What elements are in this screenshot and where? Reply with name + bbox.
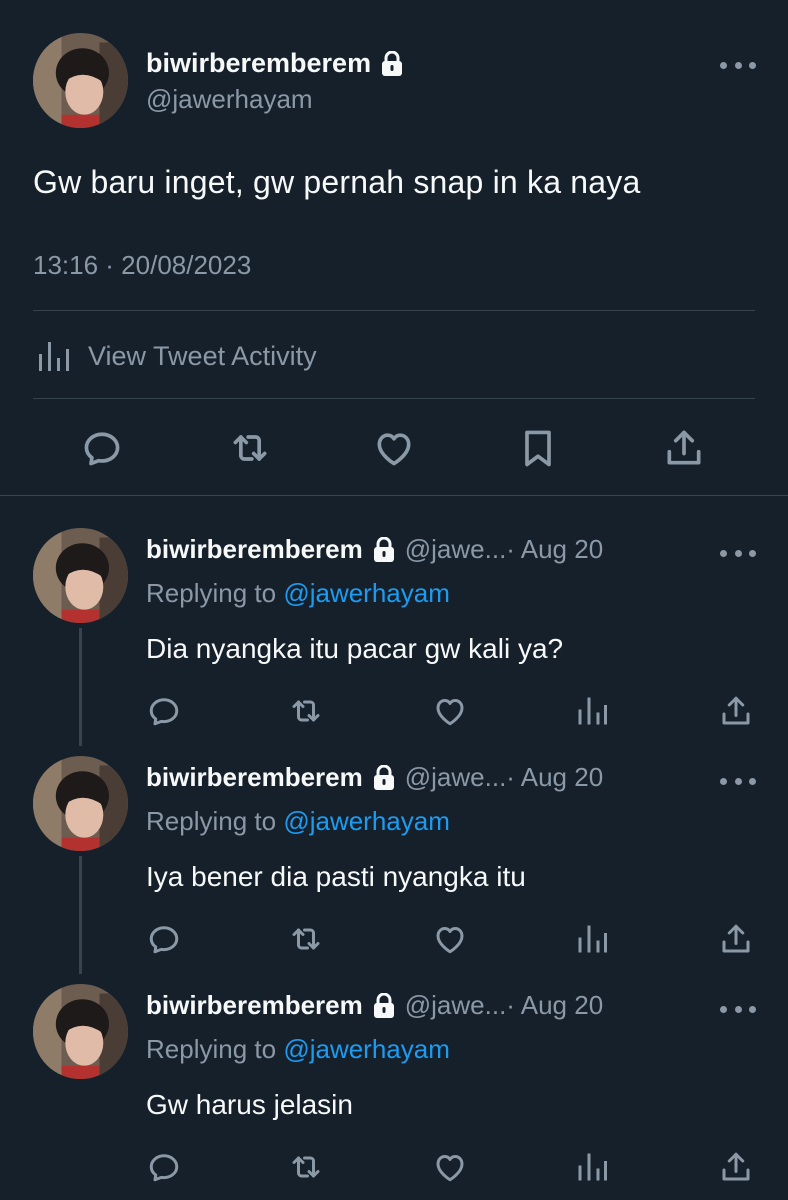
display-name[interactable]: biwirberemberem [146, 990, 363, 1021]
divider [33, 310, 755, 311]
reply-icon[interactable] [146, 693, 182, 729]
lock-icon [373, 764, 395, 791]
like-icon[interactable] [432, 921, 468, 957]
lock-icon [373, 992, 395, 1019]
replying-to: Replying to @jawerhayam [146, 1034, 450, 1065]
reply-icon[interactable] [146, 1149, 182, 1185]
share-icon[interactable] [718, 921, 754, 957]
reply-text: Iya bener dia pasti nyangka itu [146, 861, 526, 892]
display-name-text[interactable]: biwirberemberem [146, 48, 371, 79]
handle[interactable]: @jawe... [405, 762, 507, 793]
reply-tweet[interactable]: biwirberemberem @jawe... · Aug 20 Replyi… [0, 528, 788, 756]
reply-date[interactable]: · Aug 20 [506, 534, 603, 565]
replying-prefix: Replying to [146, 806, 284, 836]
retweet-icon[interactable] [288, 1149, 324, 1185]
tweet-timestamp[interactable]: 13:16 · 20/08/2023 [33, 250, 251, 281]
bookmark-icon[interactable] [516, 426, 560, 470]
view-tweet-activity-label[interactable]: View Tweet Activity [88, 341, 317, 372]
chart-icon[interactable] [574, 921, 610, 957]
lock-icon [373, 536, 395, 563]
reply-icon[interactable] [80, 426, 124, 470]
avatar[interactable] [33, 528, 128, 623]
replying-to: Replying to @jawerhayam [146, 806, 450, 837]
more-icon[interactable] [720, 548, 756, 558]
reply-icon[interactable] [146, 921, 182, 957]
reply-tweet[interactable]: biwirberemberem @jawe... · Aug 20 Replyi… [0, 984, 788, 1200]
main-tweet: biwirberemberem @jawerhayam Gw baru inge… [0, 0, 788, 495]
lock-icon [381, 50, 403, 77]
handle[interactable]: @jawerhayam [146, 84, 313, 115]
view-tweet-activity-link[interactable]: View Tweet Activity [36, 336, 317, 376]
share-icon[interactable] [718, 1149, 754, 1185]
replying-prefix: Replying to [146, 578, 284, 608]
reply-text: Gw harus jelasin [146, 1089, 353, 1120]
mention-link[interactable]: @jawerhayam [283, 1034, 450, 1064]
display-name[interactable]: biwirberemberem [146, 48, 403, 79]
more-icon[interactable] [720, 60, 756, 70]
thread-line [79, 628, 82, 746]
retweet-icon[interactable] [288, 921, 324, 957]
more-icon[interactable] [720, 776, 756, 786]
reply-header: biwirberemberem @jawe... · Aug 20 [146, 990, 603, 1021]
divider [0, 495, 788, 496]
reply-date[interactable]: · Aug 20 [506, 990, 603, 1021]
mention-link[interactable]: @jawerhayam [283, 578, 450, 608]
reply-header: biwirberemberem @jawe... · Aug 20 [146, 534, 603, 565]
like-icon[interactable] [432, 1149, 468, 1185]
reply-tweet[interactable]: biwirberemberem @jawe... · Aug 20 Replyi… [0, 756, 788, 984]
reply-header: biwirberemberem @jawe... · Aug 20 [146, 762, 603, 793]
handle[interactable]: @jawe... [405, 534, 507, 565]
chart-icon [36, 338, 72, 374]
tweet-thread-page: biwirberemberem @jawerhayam Gw baru inge… [0, 0, 788, 1200]
thread-line [79, 856, 82, 974]
display-name[interactable]: biwirberemberem [146, 534, 363, 565]
reply-text: Dia nyangka itu pacar gw kali ya? [146, 633, 564, 664]
retweet-icon[interactable] [228, 426, 272, 470]
chart-icon[interactable] [574, 1149, 610, 1185]
chart-icon[interactable] [574, 693, 610, 729]
avatar[interactable] [33, 33, 128, 128]
replying-prefix: Replying to [146, 1034, 284, 1064]
tweet-text: Gw baru inget, gw pernah snap in ka naya [33, 164, 641, 200]
replying-to: Replying to @jawerhayam [146, 578, 450, 609]
avatar[interactable] [33, 756, 128, 851]
avatar[interactable] [33, 984, 128, 1079]
display-name[interactable]: biwirberemberem [146, 762, 363, 793]
reply-date[interactable]: · Aug 20 [506, 762, 603, 793]
handle[interactable]: @jawe... [405, 990, 507, 1021]
divider [33, 398, 755, 399]
share-icon[interactable] [662, 426, 706, 470]
more-icon[interactable] [720, 1004, 756, 1014]
like-icon[interactable] [372, 426, 416, 470]
like-icon[interactable] [432, 693, 468, 729]
share-icon[interactable] [718, 693, 754, 729]
mention-link[interactable]: @jawerhayam [283, 806, 450, 836]
retweet-icon[interactable] [288, 693, 324, 729]
